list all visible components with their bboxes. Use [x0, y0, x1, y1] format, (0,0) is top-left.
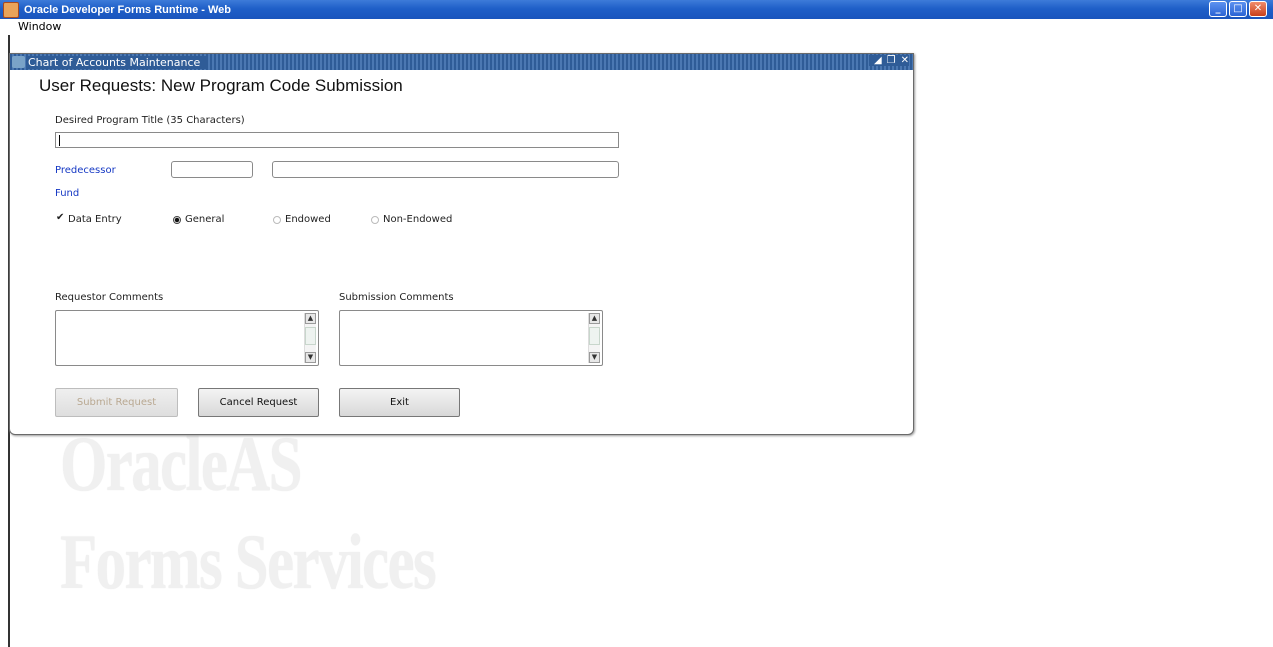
- maximize-icon[interactable]: □: [1229, 1, 1247, 17]
- form-window-icon: [12, 56, 25, 68]
- scroll-down-icon[interactable]: ▼: [305, 352, 316, 363]
- watermark-line-2: Forms Services: [60, 518, 437, 605]
- form-title: Chart of Accounts Maintenance: [28, 55, 207, 69]
- requestor-comments-textarea[interactable]: ▲ ▼: [55, 310, 319, 366]
- checkmark-icon: [56, 212, 65, 224]
- scroll-thumb[interactable]: [589, 327, 600, 345]
- radio-selected-icon: [173, 215, 181, 224]
- fund-radio-non-endowed[interactable]: Non-Endowed: [371, 214, 452, 225]
- form-titlebar: Chart of Accounts Maintenance ◢ ❐ ✕: [10, 54, 913, 70]
- fund-label[interactable]: Fund: [55, 188, 79, 199]
- predecessor-label[interactable]: Predecessor: [55, 165, 116, 176]
- requestor-comments-scrollbar[interactable]: ▲ ▼: [304, 313, 316, 363]
- submit-request-button[interactable]: Submit Request: [55, 388, 178, 417]
- close-icon[interactable]: ✕: [901, 55, 909, 66]
- minimize-icon[interactable]: _: [1209, 1, 1227, 17]
- oracle-forms-watermark: OracleAS Forms Services: [60, 415, 437, 611]
- fund-radio-general[interactable]: General: [173, 214, 224, 225]
- scroll-up-icon[interactable]: ▲: [305, 313, 316, 324]
- cancel-request-button[interactable]: Cancel Request: [198, 388, 319, 417]
- oracle-app-icon: [3, 1, 19, 18]
- submission-comments-textarea[interactable]: ▲ ▼: [339, 310, 603, 366]
- menu-window[interactable]: Window: [18, 20, 61, 33]
- radio-unselected-icon: [371, 215, 379, 224]
- program-title-input[interactable]: [55, 132, 619, 148]
- form-window: Chart of Accounts Maintenance ◢ ❐ ✕ User…: [9, 53, 914, 435]
- submission-comments-label: Submission Comments: [339, 292, 454, 303]
- scroll-up-icon[interactable]: ▲: [589, 313, 600, 324]
- app-titlebar: Oracle Developer Forms Runtime - Web _ □…: [0, 0, 1273, 19]
- minimize-icon[interactable]: ◢: [874, 55, 882, 66]
- scroll-down-icon[interactable]: ▼: [589, 352, 600, 363]
- predecessor-code-input[interactable]: [171, 161, 253, 178]
- predecessor-description-input[interactable]: [272, 161, 619, 178]
- exit-button[interactable]: Exit: [339, 388, 460, 417]
- app-title: Oracle Developer Forms Runtime - Web: [24, 3, 232, 16]
- text-cursor: [59, 135, 60, 146]
- requestor-comments-label: Requestor Comments: [55, 292, 164, 303]
- menubar: Window: [0, 19, 1273, 35]
- page-title: User Requests: New Program Code Submissi…: [39, 76, 403, 95]
- restore-icon[interactable]: ❐: [887, 55, 896, 66]
- submission-comments-scrollbar[interactable]: ▲ ▼: [588, 313, 600, 363]
- data-entry-checkbox[interactable]: Data Entry: [56, 212, 122, 225]
- close-icon[interactable]: ✕: [1249, 1, 1267, 17]
- radio-unselected-icon: [273, 215, 281, 224]
- window-controls: _ □ ✕: [1209, 1, 1267, 17]
- program-title-label: Desired Program Title (35 Characters): [55, 115, 245, 126]
- form-window-controls: ◢ ❐ ✕: [868, 55, 909, 66]
- fund-radio-endowed[interactable]: Endowed: [273, 214, 331, 225]
- scroll-thumb[interactable]: [305, 327, 316, 345]
